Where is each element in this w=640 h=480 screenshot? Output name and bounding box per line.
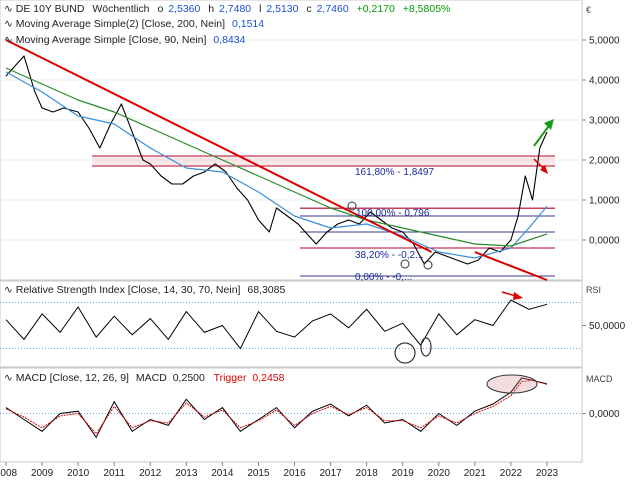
x-tick-label: 2014	[211, 468, 234, 479]
header-line: ∿ DE 10Y BUND Wöchentlich o 2,5360 h 2,7…	[4, 3, 450, 15]
fib-label-100: 100,00% - 0,796	[356, 208, 430, 219]
high-value: 2,7480	[219, 3, 251, 15]
macd-header: ∿ MACD [Close, 12, 26, 9] MACD 0,2500 Tr…	[4, 372, 285, 384]
indicator-1-icon[interactable]: ∿	[4, 18, 13, 30]
fib-label-38: 38,20% - -0,2...	[355, 250, 423, 261]
high-label: h	[208, 3, 214, 15]
x-tick-label: 2021	[464, 468, 487, 479]
low-label: l	[259, 3, 261, 15]
change-pct-value: +8,5805%	[403, 3, 451, 15]
fib-label-161: 161,80% - 1,8497	[355, 167, 434, 178]
price-tick-label: 2,0000	[589, 156, 620, 167]
indicator-2-value: 0,8434	[213, 34, 245, 46]
open-value: 2,5360	[168, 3, 200, 15]
macd-name: MACD	[136, 372, 167, 384]
macd-peak-ellipse	[486, 374, 538, 394]
currency-label: €	[586, 5, 591, 15]
indicator-1-value: 0,1514	[232, 18, 264, 30]
x-tick-label: 2009	[31, 468, 54, 479]
close-value: 2,7460	[317, 3, 349, 15]
x-tick-label: 2018	[356, 468, 379, 479]
x-tick-label: 2013	[175, 468, 198, 479]
fib-band	[92, 156, 555, 167]
macd-value: 0,2500	[173, 372, 205, 384]
indicator-1-line: ∿ Moving Average Simple(2) [Close, 200, …	[4, 18, 264, 30]
chart-canvas: 2008 2009 2010 2011 2012 2013 2014 2015 2016 2017…	[0, 0, 626, 479]
rsi-value: 68,3085	[247, 284, 285, 296]
rsi-axis-label: RSI	[586, 285, 601, 295]
indicator-2-icon[interactable]: ∿	[4, 34, 13, 46]
price-tick-label: 0,0000	[589, 236, 620, 247]
x-tick-label: 2015	[247, 468, 270, 479]
price-tick-label: 4,0000	[589, 76, 620, 87]
x-tick-label: 2011	[103, 468, 125, 479]
trigger-name: Trigger	[214, 372, 247, 384]
symbol-label: DE 10Y BUND	[16, 3, 85, 15]
macd-icon[interactable]: ∿	[4, 372, 13, 384]
x-tick-label: 2023	[536, 468, 559, 479]
rsi-tick-label: 50,0000	[589, 321, 626, 332]
trigger-value: 0,2458	[252, 372, 284, 384]
rsi-header: ∿ Relative Strength Index [Close, 14, 30…	[4, 284, 285, 296]
x-tick-label: 2022	[500, 468, 523, 479]
x-tick-label: 2016	[283, 468, 306, 479]
x-tick-label: 2010	[67, 468, 90, 479]
price-tick-label: 3,0000	[589, 116, 620, 127]
indicator-2-label: Moving Average Simple [Close, 90, Nein]	[16, 34, 207, 46]
x-tick-label: 2019	[392, 468, 415, 479]
fib-label-0: 0,00% - -0,...	[355, 272, 412, 283]
x-tick-label: 2012	[139, 468, 162, 479]
low-value: 2,5130	[266, 3, 298, 15]
price-tick-label: 5,0000	[589, 36, 620, 47]
rsi-icon[interactable]: ∿	[4, 284, 13, 296]
open-label: o	[157, 3, 163, 15]
x-tick-label: 2020	[428, 468, 451, 479]
change-value: +0,2170	[357, 3, 395, 15]
rsi-label: Relative Strength Index [Close, 14, 30, …	[16, 284, 241, 296]
indicator-1-label: Moving Average Simple(2) [Close, 200, Ne…	[16, 18, 225, 30]
x-tick-label: 2017	[319, 468, 342, 479]
collapse-icon[interactable]: ∿	[4, 3, 13, 15]
close-label: c	[306, 3, 311, 15]
macd-axis-label: MACD	[586, 374, 613, 384]
period-label: Wöchentlich	[92, 3, 149, 15]
macd-tick-label: 0,0000	[589, 409, 620, 420]
macd-title: MACD [Close, 12, 26, 9]	[16, 372, 129, 384]
x-tick-label: 2008	[0, 468, 18, 479]
price-tick-label: 1,0000	[589, 196, 620, 207]
